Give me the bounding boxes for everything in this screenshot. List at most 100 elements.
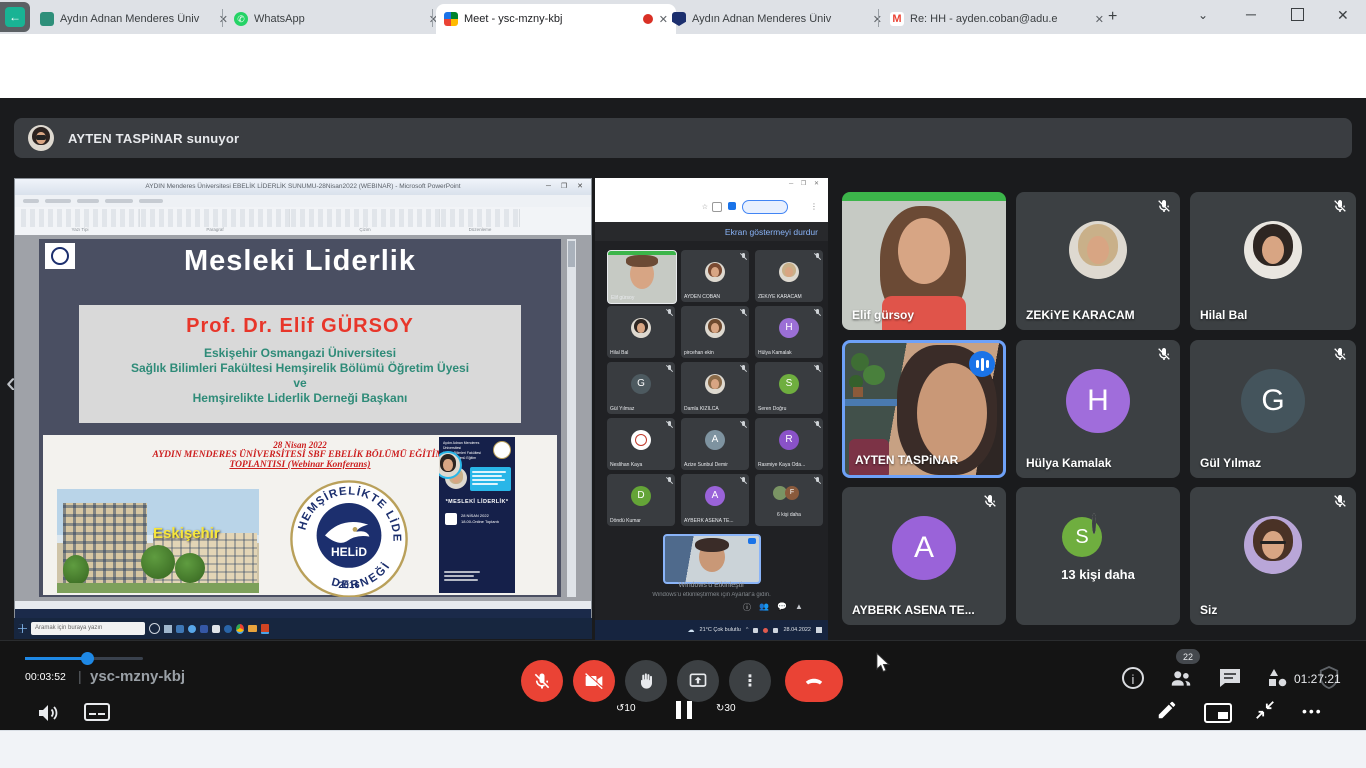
exit-fullscreen-button[interactable] xyxy=(1254,699,1276,721)
slide-speaker: Prof. Dr. Elif GÜRSOY xyxy=(79,315,521,338)
campus-photo: Eskişehir xyxy=(57,489,259,593)
participant-avatar xyxy=(1069,221,1127,279)
nested-weather: 21°C Çok bulutlu xyxy=(700,627,741,633)
elapsed-time: 00:03:52 xyxy=(25,671,66,683)
slide-affiliation-line: Sağlık Bilimleri Fakültesi Hemşirelik Bö… xyxy=(79,361,521,376)
present-button[interactable] xyxy=(677,660,719,702)
tab-title: Aydın Adnan Menderes Üniv xyxy=(692,13,867,25)
adu-shield-favicon xyxy=(672,12,686,26)
poster-time: 18.00-Online Toplantı xyxy=(461,519,499,525)
ppt-menu-bar xyxy=(15,195,591,207)
slide-affiliation-line: Eskişehir Osmangazi Üniversitesi xyxy=(79,346,521,361)
tab-gmail[interactable]: M Re: HH - ayden.coban@adu.e ✕ xyxy=(882,4,1112,34)
nested-tile: GGül Yılmaz xyxy=(607,362,675,414)
overflow-photo-avatar xyxy=(1092,513,1096,534)
participant-tile-ayberk[interactable]: A AYBERK ASENA TE... xyxy=(842,487,1006,625)
overflow-count-label: 13 kişi daha xyxy=(1016,567,1180,582)
participant-tile-elif[interactable]: Elif gürsoy xyxy=(842,192,1006,330)
people-button[interactable] xyxy=(1168,667,1194,689)
player-more-button[interactable]: ••• xyxy=(1302,703,1323,719)
svg-text:HELiD: HELiD xyxy=(331,545,367,559)
tab-title: Meet - ysc-mzny-kbj xyxy=(464,13,637,25)
participant-name: AYBERK ASENA TE... xyxy=(852,603,975,617)
taskbar-search-box: Aramak için buraya yazın xyxy=(31,622,145,635)
event-poster: Aydın Adnan Menderes Üniversitesi Sağlık… xyxy=(439,437,515,593)
more-options-button[interactable]: ⋮ xyxy=(729,660,771,702)
slide-scrollbar xyxy=(567,239,576,597)
participant-name: Siz xyxy=(1200,603,1217,617)
annotate-pencil-button[interactable] xyxy=(1156,699,1178,721)
captions-icon[interactable] xyxy=(84,703,110,723)
windows-taskbar: 29°C Güneşli ∧ xyxy=(0,730,1366,768)
nested-tile: F6 kişi daha xyxy=(755,474,823,526)
speaking-indicator xyxy=(969,351,995,377)
nested-tile: HHülya Kamalak xyxy=(755,306,823,358)
raise-hand-button[interactable] xyxy=(625,660,667,702)
overlay-back-button[interactable]: ← xyxy=(0,2,30,32)
nested-self-view xyxy=(663,534,761,584)
ppt-ribbon: Yazı Tipi Paragraf Çizim Düzenleme xyxy=(15,207,591,236)
tab-divider xyxy=(432,9,433,27)
presenting-banner-text: AYTEN TASPiNAR sunuyor xyxy=(68,131,239,146)
poster-logo xyxy=(493,441,511,459)
activities-button[interactable] xyxy=(1266,667,1290,689)
gmail-favicon: M xyxy=(890,12,904,26)
nested-tile: pircehan ekin xyxy=(681,306,749,358)
rewind-10-button[interactable]: ↺10 xyxy=(616,703,636,714)
tab-adu-2[interactable]: Aydın Adnan Menderes Üniv ✕ xyxy=(664,4,890,34)
window-maximize-button[interactable] xyxy=(1291,8,1304,21)
participant-avatar xyxy=(1244,221,1302,279)
video-seek-bar[interactable] xyxy=(25,657,143,660)
nested-taskbar: ☁ 21°C Çok bulutlu ^ 28.04.2022 xyxy=(595,620,828,640)
camera-toggle-button[interactable] xyxy=(573,660,615,702)
nested-cam-badge xyxy=(748,538,756,544)
shared-win10-taskbar: Aramak için buraya yazın xyxy=(14,618,592,639)
tab-meet-active[interactable]: Meet - ysc-mzny-kbj ✕ xyxy=(436,4,676,34)
volume-icon[interactable] xyxy=(36,701,60,725)
calendar-icon xyxy=(445,513,457,525)
ribbon-group-label: Yazı Tipi xyxy=(21,227,139,232)
nested-tile: Elif gürsoy xyxy=(607,250,677,304)
ribbon-group-label: Paragraf xyxy=(141,227,289,232)
tab-search-chevron-icon[interactable]: ⌄ xyxy=(1198,8,1208,22)
mic-off-icon xyxy=(1332,198,1348,219)
letter-avatar: G xyxy=(1241,369,1305,433)
participant-tile-overflow[interactable]: S 13 kişi daha xyxy=(1016,487,1180,625)
ppt-title-bar: AYDIN Menderes Üniversitesi EBELİK LİDER… xyxy=(15,179,591,195)
slide-affiliation-line: ve xyxy=(79,376,521,391)
mic-off-icon xyxy=(982,493,998,514)
end-call-button[interactable] xyxy=(785,660,843,702)
participant-tile-ayten[interactable]: AYTEN TASPiNAR xyxy=(842,340,1006,478)
participant-tile-hulya[interactable]: H Hülya Kamalak xyxy=(1016,340,1180,478)
meeting-details-button[interactable]: i xyxy=(1122,667,1144,689)
participant-tile-zekiye[interactable]: ZEKiYE KARACAM xyxy=(1016,192,1180,330)
mini-player-button[interactable] xyxy=(1204,703,1232,723)
new-tab-button[interactable]: + xyxy=(1108,8,1117,26)
svg-text:2016: 2016 xyxy=(338,580,359,591)
tab-whatsapp[interactable]: ✆ WhatsApp ✕ xyxy=(226,4,446,34)
mic-off-icon xyxy=(1332,493,1348,514)
poster-org-line: Aydın Adnan Menderes Üniversitesi xyxy=(443,441,487,451)
nested-tile: DDöndü Kumar xyxy=(607,474,675,526)
forward-30-button[interactable]: ↻30 xyxy=(716,703,736,714)
mic-toggle-button[interactable] xyxy=(521,660,563,702)
participant-tile-gul[interactable]: G Gül Yılmaz xyxy=(1190,340,1356,478)
city-label: Eskişehir xyxy=(153,525,220,542)
participant-avatar xyxy=(1244,516,1302,574)
window-minimize-button[interactable]: ─ xyxy=(1246,6,1256,22)
pause-button[interactable] xyxy=(676,701,692,719)
shared-screen-taskbar xyxy=(15,609,591,618)
tab-close-icon[interactable]: ✕ xyxy=(1095,13,1104,26)
cortana-icon xyxy=(149,623,160,634)
mic-off-icon xyxy=(1332,346,1348,367)
slide-speaker-box: Prof. Dr. Elif GÜRSOY Eskişehir Osmangaz… xyxy=(79,305,521,423)
mouse-cursor xyxy=(874,652,892,674)
window-close-button[interactable]: ✕ xyxy=(1337,7,1349,24)
participant-tile-siz[interactable]: Siz xyxy=(1190,487,1356,625)
nested-tile: AAYBERK ASENA TE... xyxy=(681,474,749,526)
participant-tile-hilal[interactable]: Hilal Bal xyxy=(1190,192,1356,330)
tab-adu-1[interactable]: Aydın Adnan Menderes Üniv ✕ xyxy=(32,4,236,34)
chat-button[interactable] xyxy=(1218,667,1242,689)
activate-windows-hint: Windows'u etkinleştirmek için Ayarlar'a … xyxy=(595,592,828,598)
nested-tile: SSeren Doğru xyxy=(755,362,823,414)
